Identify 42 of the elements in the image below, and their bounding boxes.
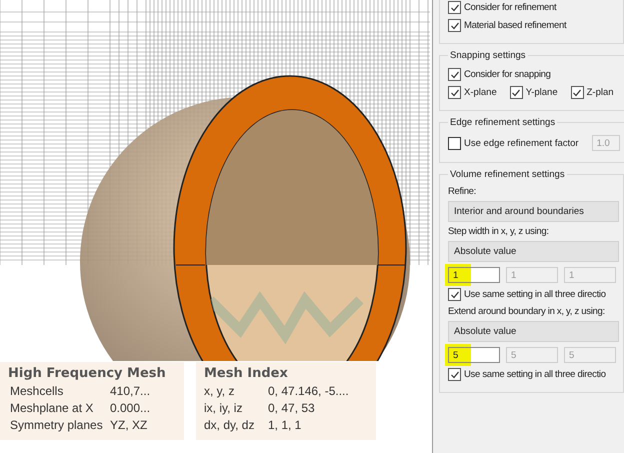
checkbox[interactable] [510, 86, 523, 99]
group-title: Volume refinement settings [449, 169, 566, 180]
checkbox-label: Use same setting in all three directio [464, 289, 606, 300]
info-value: 0, 47.146, -5.... [268, 383, 349, 400]
input-field[interactable]: 5 [448, 347, 500, 363]
info-value: YZ, XZ [110, 417, 148, 434]
checkbox-label: Consider for refinement [464, 2, 556, 13]
checkbox-label: Material based refinement [464, 20, 566, 31]
group-title: Edge refinement settings [449, 117, 556, 128]
info-label: Meshcells [9, 383, 64, 400]
dropdown[interactable]: Absolute value [448, 241, 619, 262]
checkbox-label: X-plane [464, 87, 497, 98]
checkbox-label: Consider for snapping [464, 69, 551, 80]
checkbox[interactable] [448, 68, 461, 81]
checkbox-label: Y-plane [526, 87, 558, 98]
dropdown[interactable]: Interior and around boundaries [448, 201, 619, 222]
checkbox[interactable] [570, 86, 584, 99]
checkbox[interactable] [448, 1, 461, 14]
checkbox[interactable] [448, 368, 461, 381]
info-title: High Frequency Mesh [8, 366, 167, 381]
info-label: x, y, z [204, 383, 236, 400]
checkbox-label: Use same setting in all three directio [464, 369, 606, 380]
checkbox-label: Z-plan [586, 87, 614, 98]
field-label: Refine: [448, 186, 478, 197]
checkbox[interactable] [448, 86, 461, 99]
group-title: Snapping settings [449, 50, 527, 61]
info-value: 410,7... [110, 383, 150, 400]
info-label: Meshplane at X [9, 400, 94, 417]
info-label: ix, iy, iz [204, 400, 244, 417]
checkbox[interactable] [448, 19, 461, 32]
info-label: dx, dy, dz [204, 417, 256, 434]
checkbox-label: Use edge refinement factor [464, 138, 579, 148]
input-field[interactable]: 1 [448, 267, 500, 283]
checkbox[interactable] [448, 288, 461, 301]
dropdown[interactable]: Absolute value [448, 321, 619, 342]
field-label: Step width in x, y, z using: [448, 226, 550, 237]
info-label: Symmetry planes [9, 417, 104, 434]
info-value: 0.000... [110, 400, 150, 417]
field-label: Extend around boundary in x, y, z using: [448, 306, 606, 317]
info-value: 1, 1, 1 [268, 417, 302, 434]
info-value: 0, 47, 53 [268, 400, 315, 417]
info-title: Mesh Index [204, 366, 289, 381]
